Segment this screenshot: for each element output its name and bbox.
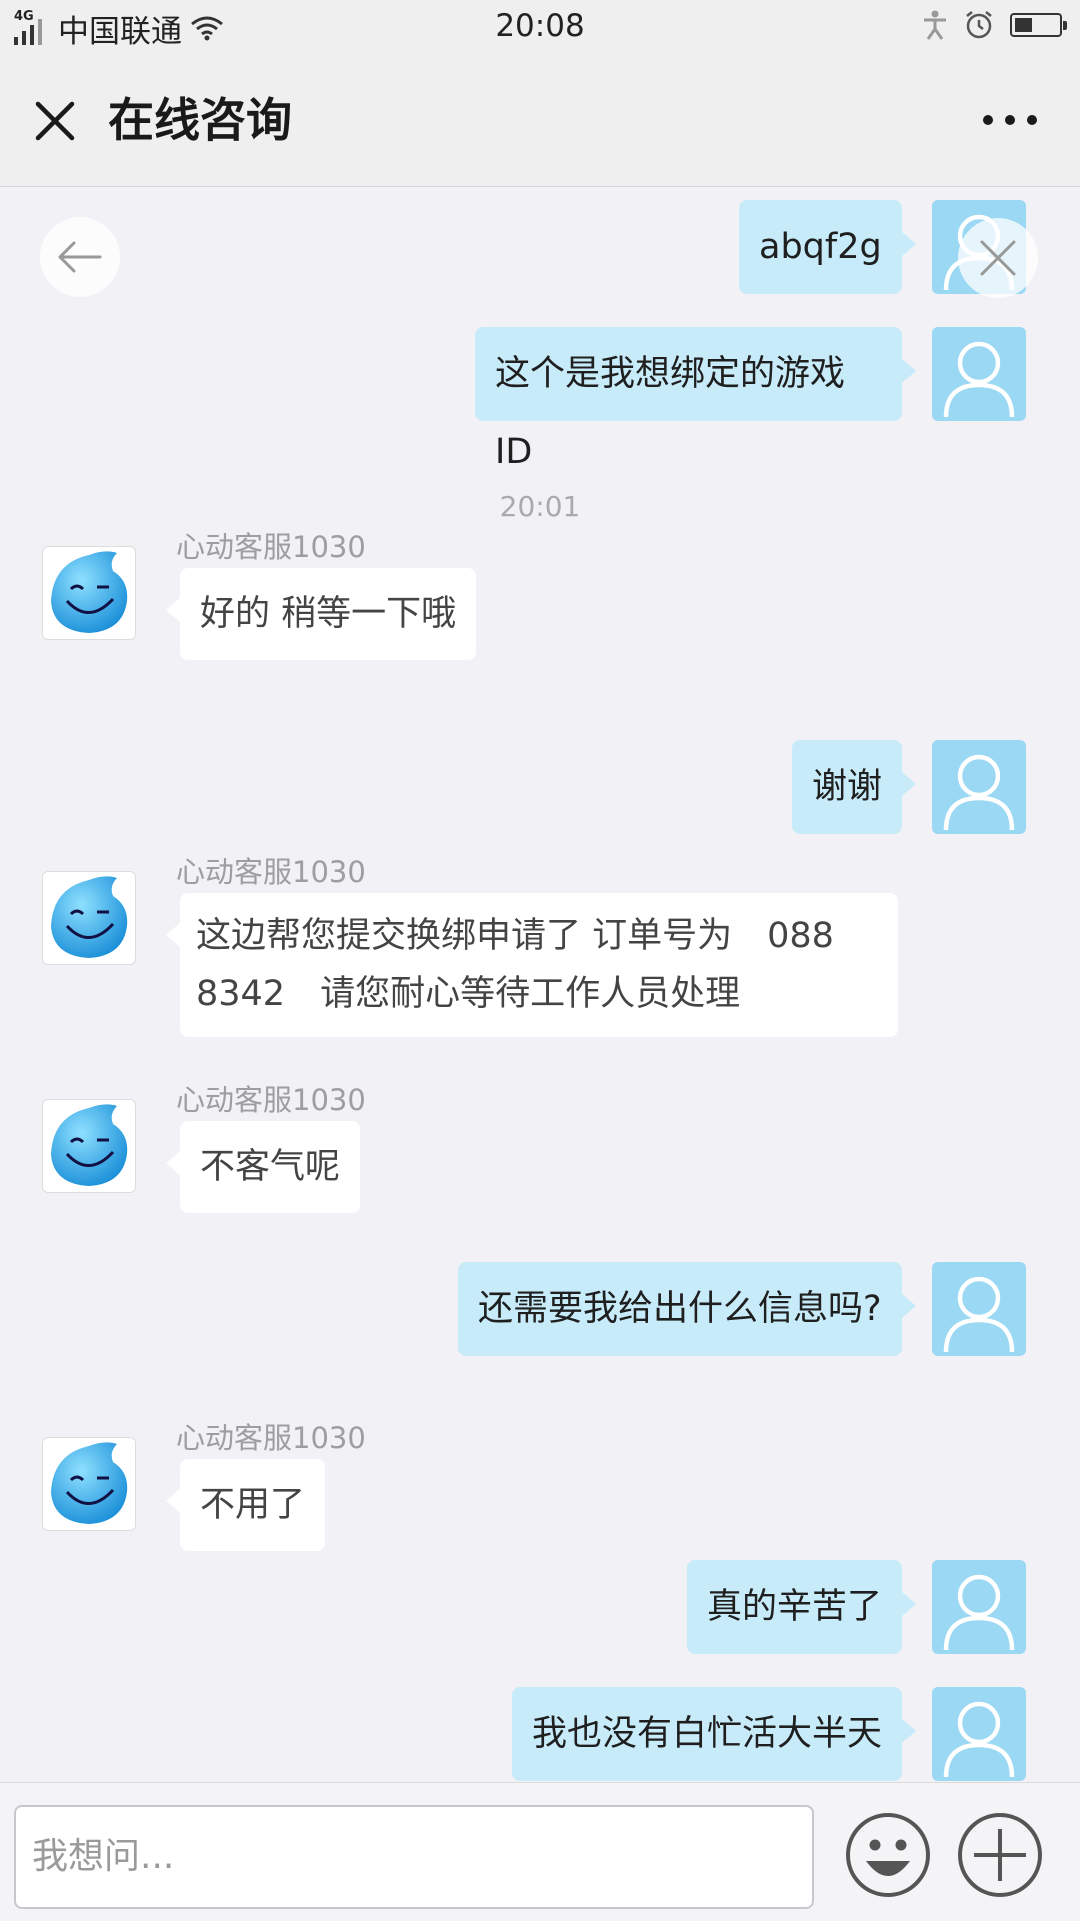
message-line: 8342 请您耐心等待工作人员处理 [196, 974, 741, 1014]
user-icon [943, 754, 1015, 831]
back-button[interactable] [40, 217, 120, 297]
arrow-left-icon [58, 241, 102, 273]
message-input[interactable]: 我想问... [14, 1805, 814, 1909]
status-time: 20:08 [495, 8, 585, 44]
incoming-message[interactable]: 不用了 [165, 1459, 326, 1551]
user-avatar [932, 1687, 1026, 1781]
status-bar: 4G 中国联通 20:08 [0, 0, 1080, 54]
message-line: 这边帮您提交换绑申请了 订单号为 088 [196, 916, 834, 956]
sender-name: 心动客服1030 [176, 530, 366, 564]
outgoing-message[interactable]: 真的辛苦了 [687, 1560, 916, 1654]
agent-avatar [42, 1437, 136, 1531]
nav-bar: 在线咨询 [0, 54, 1080, 187]
timestamp: 20:01 [499, 490, 581, 523]
emoji-icon[interactable] [844, 1811, 932, 1899]
user-avatar [932, 740, 1026, 834]
close-icon[interactable] [30, 96, 80, 146]
incoming-message[interactable]: 不客气呢 [165, 1121, 361, 1213]
accessibility-icon [924, 10, 946, 40]
user-icon [943, 1276, 1015, 1353]
plus-icon[interactable] [956, 1811, 1044, 1899]
overlay-close-button[interactable] [958, 218, 1038, 298]
close-icon [980, 240, 1016, 276]
alarm-icon [966, 11, 992, 39]
agent-avatar [42, 1099, 136, 1193]
user-avatar [932, 327, 1026, 421]
input-bar: 我想问... [0, 1782, 1080, 1921]
outgoing-message[interactable]: abqf2g [739, 200, 916, 294]
outgoing-message[interactable]: 还需要我给出什么信息吗? [458, 1262, 916, 1356]
agent-avatar [42, 871, 136, 965]
sender-name: 心动客服1030 [176, 855, 366, 889]
outgoing-message[interactable]: 这个是我想绑定的游戏ID [475, 327, 916, 472]
agent-avatar [42, 546, 136, 640]
outgoing-message[interactable]: 我也没有白忙活大半天 [512, 1687, 916, 1781]
battery-fill [1015, 18, 1032, 32]
agent-mascot-icon [51, 551, 128, 633]
status-right [922, 10, 1067, 40]
battery-icon [1010, 13, 1067, 37]
agent-mascot-icon [51, 876, 128, 958]
sender-name: 心动客服1030 [176, 1083, 366, 1117]
incoming-message[interactable]: 这边帮您提交换绑申请了 订单号为 088 8342 请您耐心等待工作人员处理 [166, 893, 898, 1037]
incoming-message[interactable]: 好的 稍等一下哦 [165, 568, 477, 660]
page-title: 在线咨询 [108, 93, 292, 147]
user-icon [943, 341, 1015, 418]
agent-mascot-icon [51, 1442, 128, 1524]
user-icon [943, 1574, 1015, 1651]
user-avatar [932, 1262, 1026, 1356]
more-icon[interactable] [980, 110, 1040, 130]
agent-mascot-icon [51, 1104, 128, 1186]
sender-name: 心动客服1030 [176, 1421, 366, 1455]
user-icon [943, 1701, 1015, 1778]
outgoing-message[interactable]: 谢谢 [792, 740, 916, 834]
user-avatar [932, 1560, 1026, 1654]
